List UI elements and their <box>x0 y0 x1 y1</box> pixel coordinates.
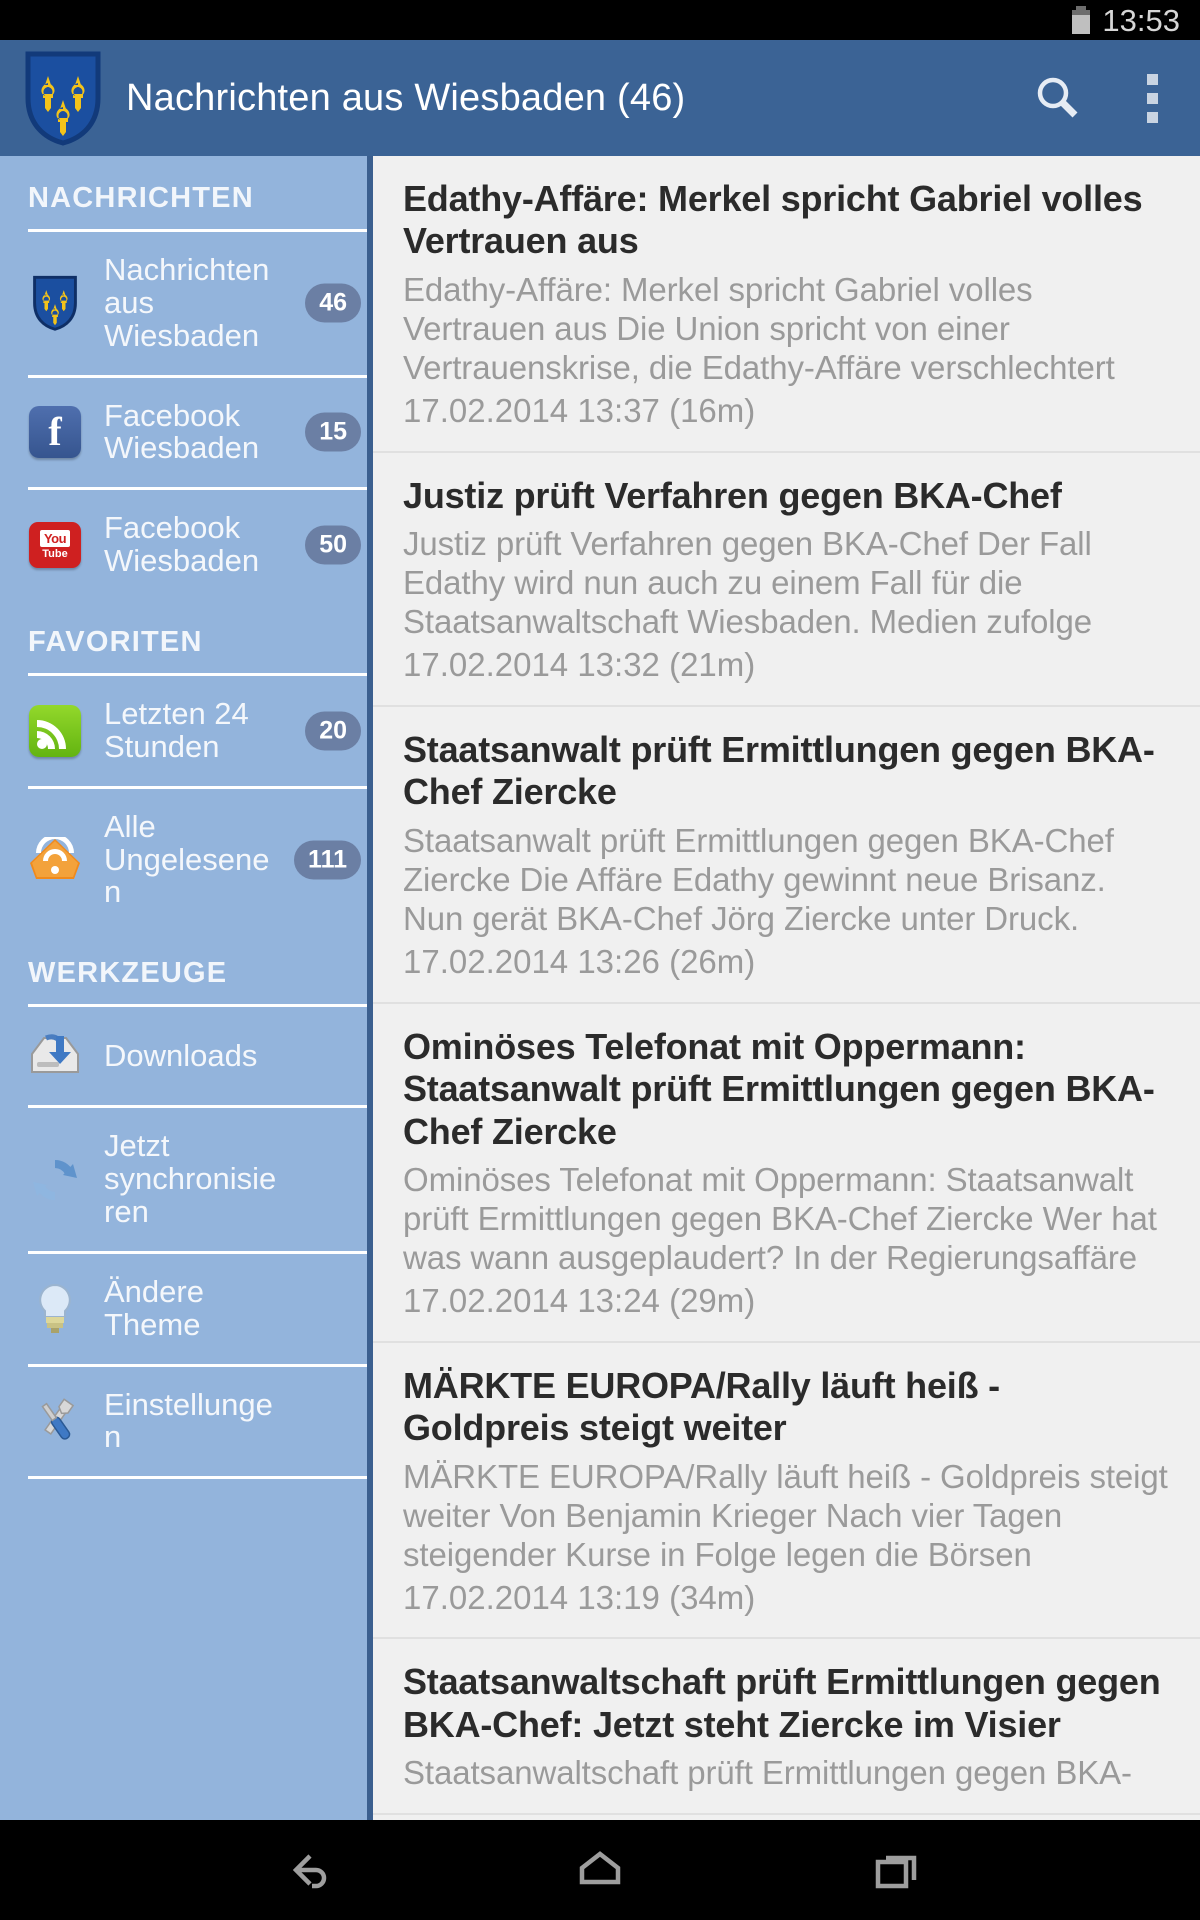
article-title: Justiz prüft Verfahren gegen BKA-Chef <box>403 474 1062 516</box>
sidebar-item-label: Jetzt synchronisieren <box>104 1128 277 1230</box>
article-snippet: MÄRKTE EUROPA/Rally läuft heiß - Goldpre… <box>403 1457 1168 1573</box>
sidebar-item-downloads[interactable]: Downloads <box>0 1007 367 1105</box>
list-item[interactable]: Staatsanwalt prüft Ermittlungen gegen BK… <box>373 706 1200 1004</box>
sidebar-item-letzten-24-stunden[interactable]: Letzten 24 Stunden 20 <box>0 676 367 786</box>
wiesbaden-crest-icon <box>28 276 82 332</box>
action-bar: Nachrichten aus Wiesbaden (46) <box>0 40 1200 156</box>
sidebar-item-label: Facebook Wiesbaden <box>104 510 260 579</box>
sidebar-item-label: Facebook Wiesbaden <box>104 397 260 466</box>
tools-icon <box>28 1394 82 1448</box>
sidebar-item-youtube-wiesbaden[interactable]: You Tube Facebook Wiesbaden 50 <box>0 490 367 600</box>
drawer-section-heading-favoriten: FAVORITEN <box>28 626 203 659</box>
sync-icon <box>28 1153 82 1207</box>
system-navigation-bar <box>0 1820 1200 1920</box>
rss-feed-icon <box>28 704 82 758</box>
article-title: Staatsanwaltschaft prüft Ermittlungen ge… <box>403 1661 1161 1745</box>
article-date: 17.02.2014 13:19 (34m) <box>403 1578 756 1616</box>
unread-count-badge: 111 <box>294 840 361 880</box>
article-snippet: Staatsanwalt prüft Ermittlungen gegen BK… <box>403 821 1114 937</box>
status-bar-clock: 13:53 <box>1102 2 1180 38</box>
search-icon <box>1037 77 1078 118</box>
app-icon-button[interactable] <box>24 50 102 146</box>
article-title: MÄRKTE EUROPA/Rally läuft heiß - Goldpre… <box>403 1364 1000 1449</box>
lightbulb-icon <box>28 1282 82 1336</box>
unread-count-badge: 46 <box>305 283 361 323</box>
article-date: 17.02.2014 13:24 (29m) <box>403 1281 756 1319</box>
article-date: 17.02.2014 13:37 (16m) <box>403 391 756 429</box>
sidebar-item-facebook-wiesbaden[interactable]: f Facebook Wiesbaden 15 <box>0 378 367 488</box>
sidebar-item-aendere-theme[interactable]: Ändere Theme <box>0 1254 367 1364</box>
battery-icon <box>1072 6 1091 34</box>
list-item[interactable]: Justiz prüft Verfahren gegen BKA-Chef Ju… <box>373 452 1200 707</box>
sidebar-item-jetzt-synchronisieren[interactable]: Jetzt synchronisieren <box>0 1108 367 1251</box>
drawer-section-heading-werkzeuge: WERKZEUGE <box>28 957 228 990</box>
list-item[interactable]: Staatsanwaltschaft prüft Ermittlungen ge… <box>373 1639 1200 1816</box>
sidebar-item-label: Downloads <box>104 1037 258 1073</box>
recent-apps-icon <box>875 1855 917 1889</box>
rss-orange-icon <box>28 833 82 887</box>
drawer-section-heading-nachrichten: NACHRICHTEN <box>28 182 254 214</box>
overflow-menu-icon <box>1146 73 1158 123</box>
sidebar-item-label: Alle Ungelesenen <box>104 808 270 910</box>
youtube-icon: You Tube <box>28 518 82 572</box>
sidebar-item-label: Ändere Theme <box>104 1273 204 1342</box>
overflow-menu-button[interactable] <box>1104 40 1200 156</box>
list-item[interactable]: Edathy-Affäre: Merkel spricht Gabriel vo… <box>373 156 1200 453</box>
list-item[interactable]: MÄRKTE EUROPA/Rally läuft heiß - Goldpre… <box>373 1342 1200 1640</box>
home-button[interactable] <box>540 1820 660 1920</box>
unread-count-badge: 20 <box>305 711 361 751</box>
sidebar-item-nachrichten-aus-wiesbaden[interactable]: Nachrichten aus Wiesbaden 46 <box>0 232 367 375</box>
article-snippet: Ominöses Telefonat mit Oppermann: Staats… <box>403 1161 1157 1276</box>
navigation-drawer[interactable]: NACHRICHTEN Nachrichten aus Wiesbaden 46 <box>0 156 373 1820</box>
article-snippet: Justiz prüft Verfahren gegen BKA-Chef De… <box>403 525 1093 641</box>
search-button[interactable] <box>1012 40 1104 156</box>
sidebar-item-label: Einstellungen <box>104 1386 273 1455</box>
recent-apps-button[interactable] <box>836 1820 956 1920</box>
article-snippet: Edathy-Affäre: Merkel spricht Gabriel vo… <box>403 270 1115 386</box>
unread-count-badge: 15 <box>305 412 361 452</box>
list-item[interactable]: Ominöses Telefonat mit Oppermann: Staats… <box>373 1003 1200 1343</box>
divider <box>28 1476 367 1480</box>
facebook-icon: f <box>28 405 82 459</box>
home-icon <box>579 1851 621 1885</box>
back-icon <box>292 1854 327 1889</box>
article-date: 17.02.2014 13:32 (21m) <box>403 645 756 683</box>
article-title: Staatsanwalt prüft Ermittlungen gegen BK… <box>403 728 1155 813</box>
sidebar-item-label: Letzten 24 Stunden <box>104 696 249 764</box>
page-title: Nachrichten aus Wiesbaden (46) <box>126 76 686 119</box>
article-snippet: Staatsanwaltschaft prüft Ermittlungen ge… <box>403 1754 1132 1792</box>
sidebar-item-label: Nachrichten aus Wiesbaden <box>104 252 270 353</box>
sidebar-item-alle-ungelesenen[interactable]: Alle Ungelesenen 111 <box>0 789 367 932</box>
article-date: 17.02.2014 13:26 (26m) <box>403 942 756 980</box>
main-content: NACHRICHTEN Nachrichten aus Wiesbaden 46 <box>0 156 1200 1820</box>
device-screen: 13:53 Nachrichten aus Wiesbaden (46) NAC… <box>0 0 1200 1920</box>
downloads-icon <box>28 1029 82 1083</box>
article-title: Edathy-Affäre: Merkel spricht Gabriel vo… <box>403 178 1143 262</box>
status-bar: 13:53 <box>0 0 1200 40</box>
article-title: Ominöses Telefonat mit Oppermann: Staats… <box>403 1025 1155 1152</box>
sidebar-item-einstellungen[interactable]: Einstellungen <box>0 1367 367 1477</box>
back-button[interactable] <box>244 1820 364 1920</box>
wiesbaden-crest-icon <box>25 51 101 146</box>
unread-count-badge: 50 <box>305 525 361 565</box>
article-list[interactable]: Edathy-Affäre: Merkel spricht Gabriel vo… <box>373 156 1200 1820</box>
